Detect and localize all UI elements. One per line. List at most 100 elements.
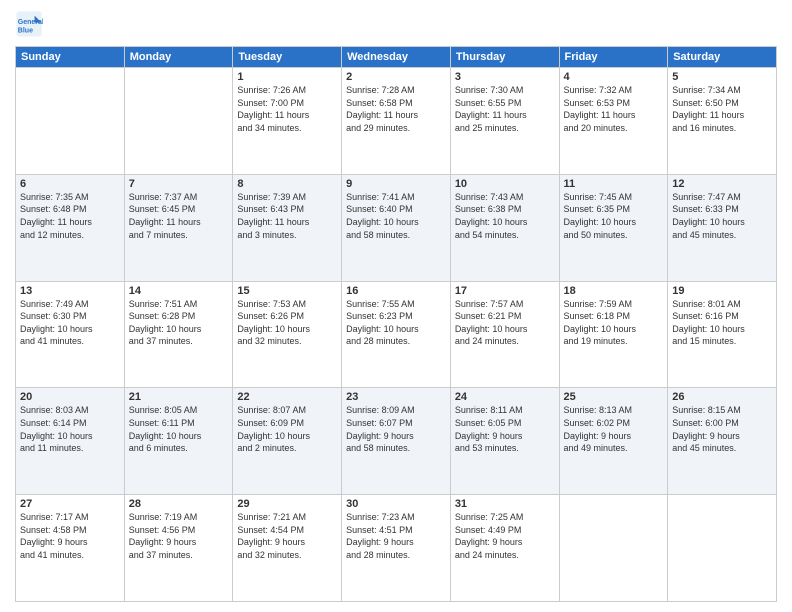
day-cell: 8Sunrise: 7:39 AM Sunset: 6:43 PM Daylig… — [233, 174, 342, 281]
day-cell: 25Sunrise: 8:13 AM Sunset: 6:02 PM Dayli… — [559, 388, 668, 495]
day-cell: 11Sunrise: 7:45 AM Sunset: 6:35 PM Dayli… — [559, 174, 668, 281]
header-row: SundayMondayTuesdayWednesdayThursdayFrid… — [16, 47, 777, 68]
day-cell: 18Sunrise: 7:59 AM Sunset: 6:18 PM Dayli… — [559, 281, 668, 388]
day-number: 2 — [346, 71, 446, 83]
week-row-3: 13Sunrise: 7:49 AM Sunset: 6:30 PM Dayli… — [16, 281, 777, 388]
day-cell: 24Sunrise: 8:11 AM Sunset: 6:05 PM Dayli… — [450, 388, 559, 495]
day-number: 25 — [564, 391, 664, 403]
logo-icon: General Blue — [15, 10, 43, 38]
day-info: Sunrise: 8:09 AM Sunset: 6:07 PM Dayligh… — [346, 404, 446, 454]
day-info: Sunrise: 7:57 AM Sunset: 6:21 PM Dayligh… — [455, 298, 555, 348]
day-info: Sunrise: 7:59 AM Sunset: 6:18 PM Dayligh… — [564, 298, 664, 348]
day-cell: 4Sunrise: 7:32 AM Sunset: 6:53 PM Daylig… — [559, 68, 668, 175]
day-number: 5 — [672, 71, 772, 83]
day-info: Sunrise: 7:43 AM Sunset: 6:38 PM Dayligh… — [455, 191, 555, 241]
day-info: Sunrise: 7:49 AM Sunset: 6:30 PM Dayligh… — [20, 298, 120, 348]
day-number: 6 — [20, 178, 120, 190]
header: General Blue — [15, 10, 777, 38]
day-number: 23 — [346, 391, 446, 403]
day-cell: 23Sunrise: 8:09 AM Sunset: 6:07 PM Dayli… — [342, 388, 451, 495]
day-cell: 22Sunrise: 8:07 AM Sunset: 6:09 PM Dayli… — [233, 388, 342, 495]
day-number: 19 — [672, 285, 772, 297]
day-number: 30 — [346, 498, 446, 510]
week-row-4: 20Sunrise: 8:03 AM Sunset: 6:14 PM Dayli… — [16, 388, 777, 495]
day-info: Sunrise: 8:07 AM Sunset: 6:09 PM Dayligh… — [237, 404, 337, 454]
day-number: 1 — [237, 71, 337, 83]
day-info: Sunrise: 7:35 AM Sunset: 6:48 PM Dayligh… — [20, 191, 120, 241]
day-number: 26 — [672, 391, 772, 403]
calendar-table: SundayMondayTuesdayWednesdayThursdayFrid… — [15, 46, 777, 602]
day-info: Sunrise: 8:03 AM Sunset: 6:14 PM Dayligh… — [20, 404, 120, 454]
day-cell: 9Sunrise: 7:41 AM Sunset: 6:40 PM Daylig… — [342, 174, 451, 281]
day-number: 4 — [564, 71, 664, 83]
day-cell: 29Sunrise: 7:21 AM Sunset: 4:54 PM Dayli… — [233, 495, 342, 602]
day-cell: 28Sunrise: 7:19 AM Sunset: 4:56 PM Dayli… — [124, 495, 233, 602]
day-info: Sunrise: 7:26 AM Sunset: 7:00 PM Dayligh… — [237, 84, 337, 134]
day-cell: 10Sunrise: 7:43 AM Sunset: 6:38 PM Dayli… — [450, 174, 559, 281]
day-number: 28 — [129, 498, 229, 510]
day-cell: 17Sunrise: 7:57 AM Sunset: 6:21 PM Dayli… — [450, 281, 559, 388]
day-info: Sunrise: 7:32 AM Sunset: 6:53 PM Dayligh… — [564, 84, 664, 134]
col-header-sunday: Sunday — [16, 47, 125, 68]
day-cell: 13Sunrise: 7:49 AM Sunset: 6:30 PM Dayli… — [16, 281, 125, 388]
day-number: 15 — [237, 285, 337, 297]
day-cell — [559, 495, 668, 602]
day-info: Sunrise: 7:23 AM Sunset: 4:51 PM Dayligh… — [346, 511, 446, 561]
day-cell: 6Sunrise: 7:35 AM Sunset: 6:48 PM Daylig… — [16, 174, 125, 281]
day-info: Sunrise: 7:19 AM Sunset: 4:56 PM Dayligh… — [129, 511, 229, 561]
day-info: Sunrise: 7:25 AM Sunset: 4:49 PM Dayligh… — [455, 511, 555, 561]
day-cell: 27Sunrise: 7:17 AM Sunset: 4:58 PM Dayli… — [16, 495, 125, 602]
day-info: Sunrise: 7:41 AM Sunset: 6:40 PM Dayligh… — [346, 191, 446, 241]
day-info: Sunrise: 7:28 AM Sunset: 6:58 PM Dayligh… — [346, 84, 446, 134]
col-header-saturday: Saturday — [668, 47, 777, 68]
day-cell: 30Sunrise: 7:23 AM Sunset: 4:51 PM Dayli… — [342, 495, 451, 602]
day-info: Sunrise: 7:17 AM Sunset: 4:58 PM Dayligh… — [20, 511, 120, 561]
svg-text:Blue: Blue — [18, 27, 33, 34]
day-number: 31 — [455, 498, 555, 510]
day-cell: 2Sunrise: 7:28 AM Sunset: 6:58 PM Daylig… — [342, 68, 451, 175]
day-cell — [124, 68, 233, 175]
day-cell: 20Sunrise: 8:03 AM Sunset: 6:14 PM Dayli… — [16, 388, 125, 495]
day-number: 9 — [346, 178, 446, 190]
day-info: Sunrise: 8:01 AM Sunset: 6:16 PM Dayligh… — [672, 298, 772, 348]
col-header-friday: Friday — [559, 47, 668, 68]
day-info: Sunrise: 7:30 AM Sunset: 6:55 PM Dayligh… — [455, 84, 555, 134]
day-number: 22 — [237, 391, 337, 403]
day-cell: 7Sunrise: 7:37 AM Sunset: 6:45 PM Daylig… — [124, 174, 233, 281]
col-header-monday: Monday — [124, 47, 233, 68]
week-row-5: 27Sunrise: 7:17 AM Sunset: 4:58 PM Dayli… — [16, 495, 777, 602]
day-cell: 14Sunrise: 7:51 AM Sunset: 6:28 PM Dayli… — [124, 281, 233, 388]
day-cell: 12Sunrise: 7:47 AM Sunset: 6:33 PM Dayli… — [668, 174, 777, 281]
day-info: Sunrise: 7:37 AM Sunset: 6:45 PM Dayligh… — [129, 191, 229, 241]
col-header-tuesday: Tuesday — [233, 47, 342, 68]
day-number: 24 — [455, 391, 555, 403]
day-info: Sunrise: 7:51 AM Sunset: 6:28 PM Dayligh… — [129, 298, 229, 348]
day-info: Sunrise: 7:53 AM Sunset: 6:26 PM Dayligh… — [237, 298, 337, 348]
day-number: 18 — [564, 285, 664, 297]
day-number: 8 — [237, 178, 337, 190]
col-header-thursday: Thursday — [450, 47, 559, 68]
day-cell: 19Sunrise: 8:01 AM Sunset: 6:16 PM Dayli… — [668, 281, 777, 388]
calendar-page: General Blue SundayMondayTuesdayWednesda… — [0, 0, 792, 612]
day-cell: 31Sunrise: 7:25 AM Sunset: 4:49 PM Dayli… — [450, 495, 559, 602]
day-number: 11 — [564, 178, 664, 190]
day-cell — [16, 68, 125, 175]
day-cell: 26Sunrise: 8:15 AM Sunset: 6:00 PM Dayli… — [668, 388, 777, 495]
day-info: Sunrise: 7:34 AM Sunset: 6:50 PM Dayligh… — [672, 84, 772, 134]
day-cell: 5Sunrise: 7:34 AM Sunset: 6:50 PM Daylig… — [668, 68, 777, 175]
day-cell: 3Sunrise: 7:30 AM Sunset: 6:55 PM Daylig… — [450, 68, 559, 175]
day-info: Sunrise: 8:13 AM Sunset: 6:02 PM Dayligh… — [564, 404, 664, 454]
day-cell — [668, 495, 777, 602]
day-info: Sunrise: 7:39 AM Sunset: 6:43 PM Dayligh… — [237, 191, 337, 241]
day-number: 21 — [129, 391, 229, 403]
day-number: 29 — [237, 498, 337, 510]
week-row-1: 1Sunrise: 7:26 AM Sunset: 7:00 PM Daylig… — [16, 68, 777, 175]
day-info: Sunrise: 7:47 AM Sunset: 6:33 PM Dayligh… — [672, 191, 772, 241]
day-cell: 1Sunrise: 7:26 AM Sunset: 7:00 PM Daylig… — [233, 68, 342, 175]
day-number: 27 — [20, 498, 120, 510]
day-info: Sunrise: 7:21 AM Sunset: 4:54 PM Dayligh… — [237, 511, 337, 561]
day-number: 14 — [129, 285, 229, 297]
day-info: Sunrise: 8:15 AM Sunset: 6:00 PM Dayligh… — [672, 404, 772, 454]
day-info: Sunrise: 8:05 AM Sunset: 6:11 PM Dayligh… — [129, 404, 229, 454]
day-number: 20 — [20, 391, 120, 403]
